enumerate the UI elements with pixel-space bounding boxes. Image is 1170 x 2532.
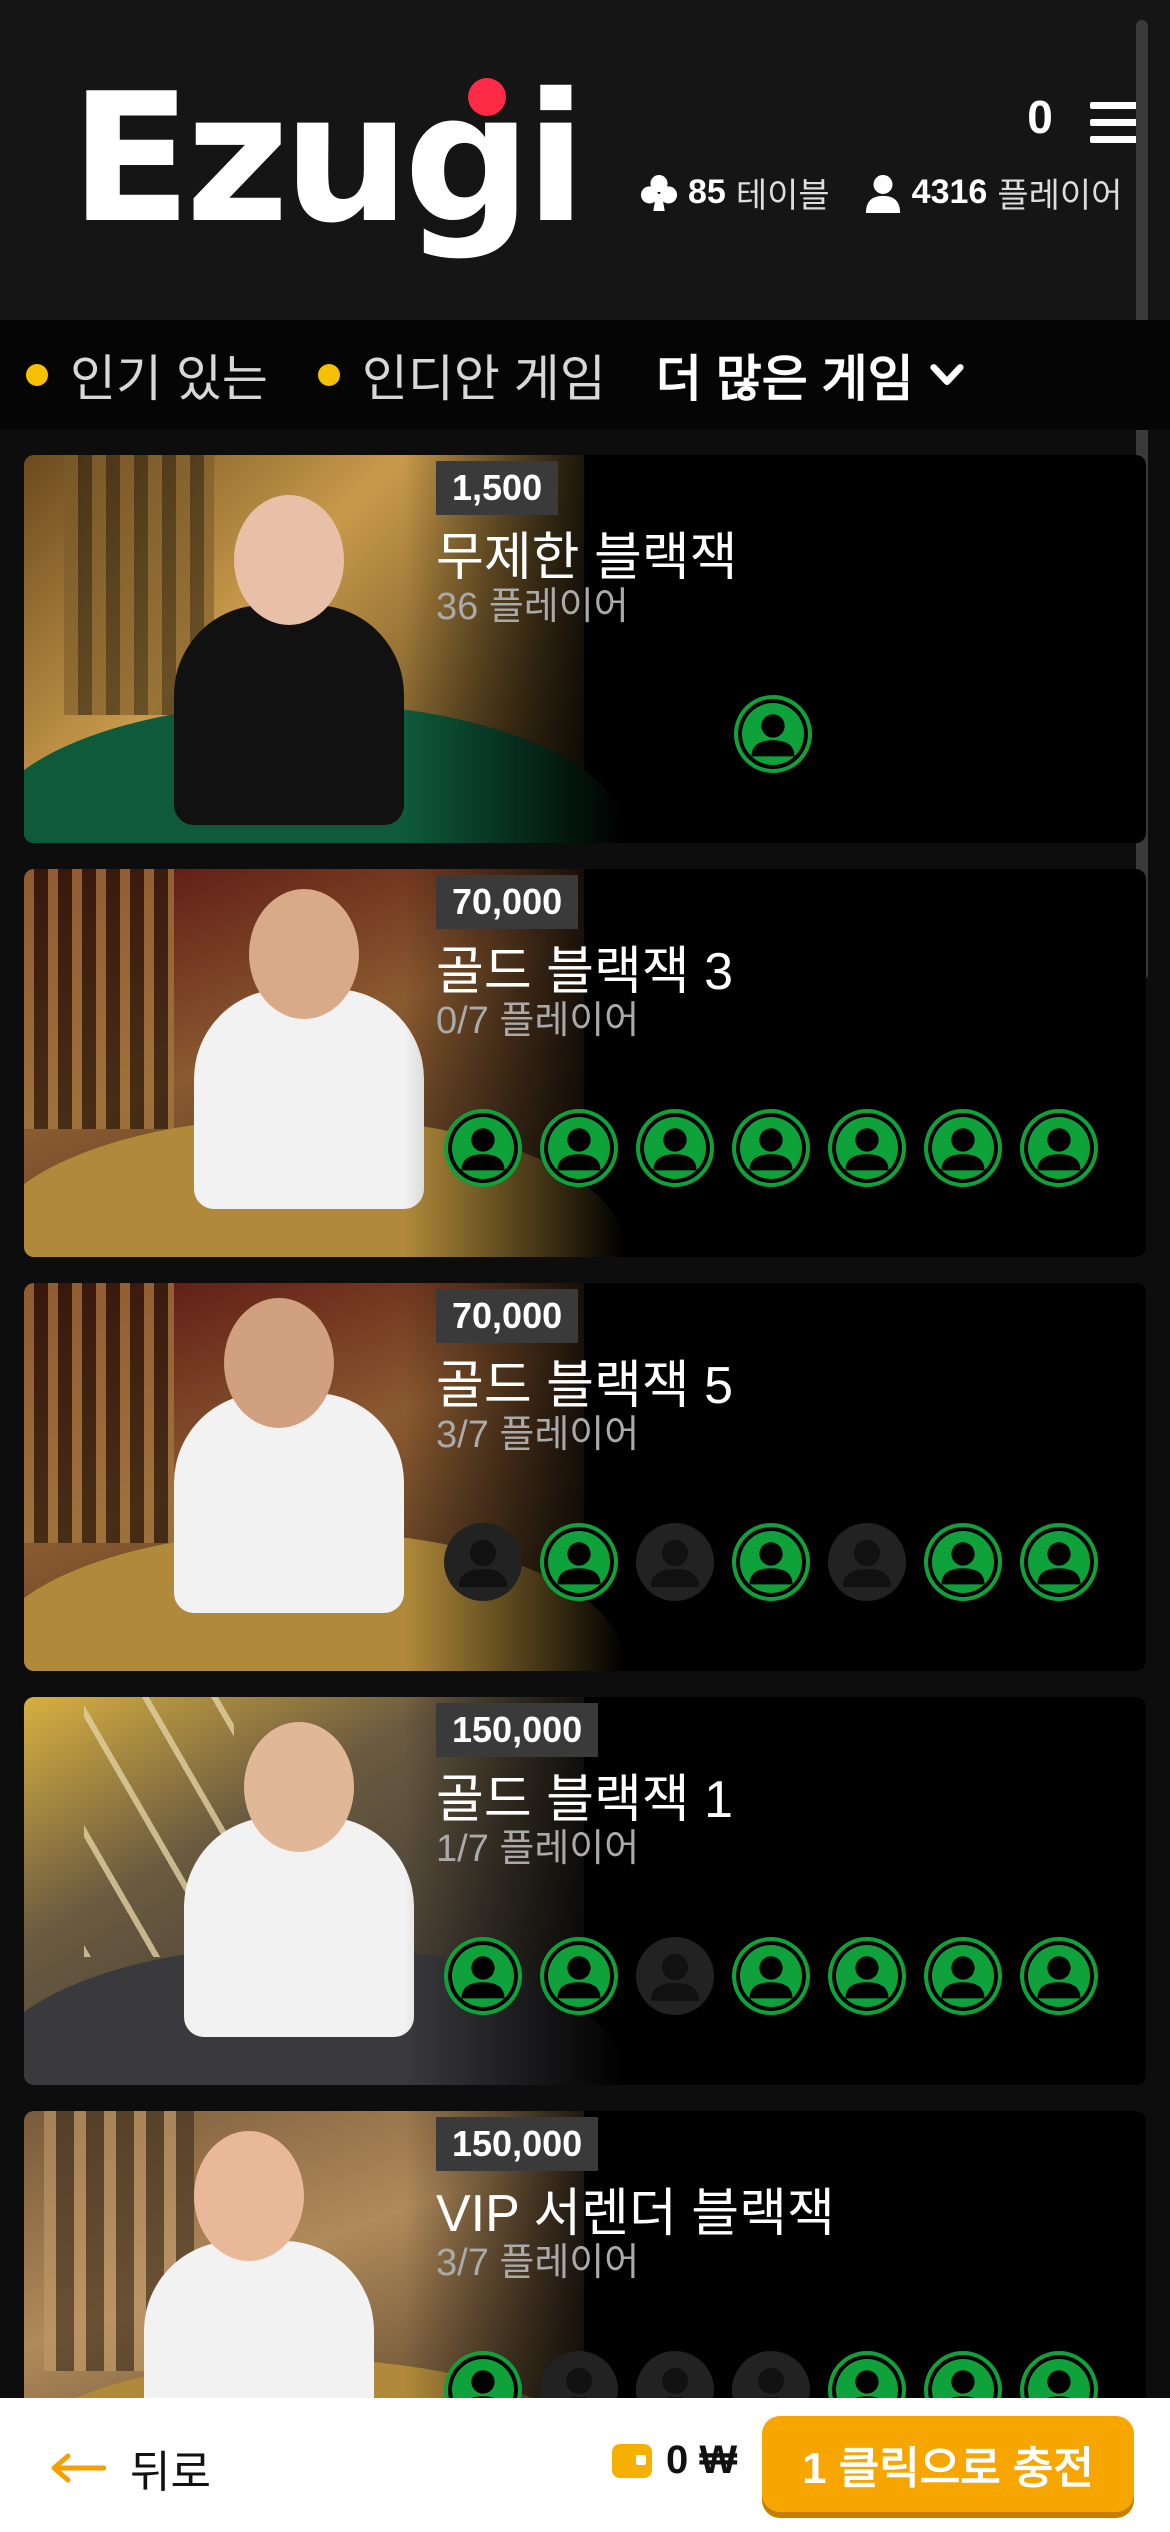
bottom-bar: 뒤로 0 ₩ 1 클릭으로 충전 — [0, 2398, 1170, 2532]
one-click-charge-button[interactable]: 1 클릭으로 충전 — [762, 2416, 1134, 2512]
game-card[interactable]: 70,000 골드 블랙잭 5 3/7 플레이어 — [24, 1283, 1146, 1671]
bet-limit-badge: 1,500 — [436, 461, 559, 515]
chevron-down-icon — [929, 364, 964, 385]
back-button[interactable]: 뒤로 — [50, 2436, 211, 2500]
wallet-amount: 0 ₩ — [666, 2438, 738, 2482]
lobby-stats: 85 테이블 4316 플레이어 — [640, 168, 1122, 217]
category-nav: 인기 있는 인디안 게임 더 많은 게임 — [0, 320, 1170, 430]
game-card[interactable]: 70,000 골드 블랙잭 3 0/7 플레이어 — [24, 869, 1146, 1257]
seat-available-icon[interactable] — [828, 1109, 906, 1187]
nav-item-indian-games[interactable]: 인디안 게임 — [317, 339, 606, 411]
seat-available-icon[interactable] — [732, 1937, 810, 2015]
seat-available-icon[interactable] — [1020, 1523, 1098, 1601]
wallet-icon — [612, 2443, 652, 2478]
player-count: 3/7 플레이어 — [436, 1414, 640, 1456]
logo-dot-icon — [468, 78, 506, 116]
tables-stat: 85 테이블 — [640, 168, 830, 217]
more-games-dropdown[interactable]: 더 많은 게임 — [656, 339, 966, 411]
player-count: 3/7 플레이어 — [436, 2242, 640, 2284]
seat-available-icon[interactable] — [1020, 1937, 1098, 2015]
seat-available-icon[interactable] — [732, 1109, 810, 1187]
club-icon — [640, 174, 678, 211]
seat-row — [444, 1109, 1098, 1187]
seat-occupied-icon[interactable] — [636, 1523, 714, 1601]
seat-available-icon[interactable] — [924, 1109, 1002, 1187]
back-label: 뒤로 — [130, 2448, 211, 2497]
seat-available-icon[interactable] — [924, 1937, 1002, 2015]
bullet-icon — [26, 364, 48, 386]
seat-available-icon[interactable] — [636, 1109, 714, 1187]
tables-count: 85 — [688, 173, 726, 211]
header: Ezugi 0 85 테이블 4316 플레이어 — [0, 0, 1170, 320]
bet-limit-badge: 70,000 — [436, 875, 579, 929]
game-list: 1,500 무제한 블랙잭 36 플레이어 70,000 골드 블랙잭 3 0/… — [24, 455, 1146, 2525]
nav-item-label: 인기 있는 — [70, 351, 268, 407]
seat-occupied-icon[interactable] — [636, 1937, 714, 2015]
bet-limit-badge: 150,000 — [436, 2117, 599, 2171]
nav-item-popular[interactable]: 인기 있는 — [26, 339, 268, 411]
player-count: 0/7 플레이어 — [436, 1000, 640, 1042]
players-stat: 4316 플레이어 — [864, 168, 1123, 217]
arrow-left-icon — [51, 2453, 106, 2483]
seat-row — [734, 695, 812, 773]
wallet-balance: 0 ₩ — [612, 2438, 737, 2483]
players-label: 플레이어 — [997, 177, 1123, 215]
user-icon — [865, 174, 900, 213]
seat-available-icon[interactable] — [1020, 1109, 1098, 1187]
more-games-label: 더 많은 게임 — [655, 351, 914, 407]
seat-available-icon[interactable] — [734, 695, 812, 773]
seat-available-icon[interactable] — [924, 1523, 1002, 1601]
player-count: 1/7 플레이어 — [436, 1828, 640, 1870]
seat-available-icon[interactable] — [540, 1523, 618, 1601]
balance-count: 0 — [1027, 91, 1053, 143]
game-card[interactable]: 150,000 골드 블랙잭 1 1/7 플레이어 — [24, 1697, 1146, 2085]
nav-item-label: 인디안 게임 — [361, 351, 606, 407]
tables-label: 테이블 — [735, 177, 830, 215]
game-card[interactable]: 1,500 무제한 블랙잭 36 플레이어 — [24, 455, 1146, 843]
player-count: 36 플레이어 — [436, 586, 629, 628]
bullet-icon — [317, 364, 340, 386]
seat-available-icon[interactable] — [540, 1109, 618, 1187]
seat-available-icon[interactable] — [444, 1937, 522, 2015]
seat-occupied-icon[interactable] — [828, 1523, 906, 1601]
seat-available-icon[interactable] — [540, 1937, 618, 2015]
seat-available-icon[interactable] — [828, 1937, 906, 2015]
seat-occupied-icon[interactable] — [444, 1523, 522, 1601]
seat-row — [444, 1937, 1098, 2015]
seat-available-icon[interactable] — [444, 1109, 522, 1187]
players-count: 4316 — [911, 173, 988, 211]
bet-limit-badge: 150,000 — [436, 1703, 599, 1757]
seat-available-icon[interactable] — [732, 1523, 810, 1601]
bet-limit-badge: 70,000 — [436, 1289, 579, 1343]
seat-row — [444, 1523, 1098, 1601]
